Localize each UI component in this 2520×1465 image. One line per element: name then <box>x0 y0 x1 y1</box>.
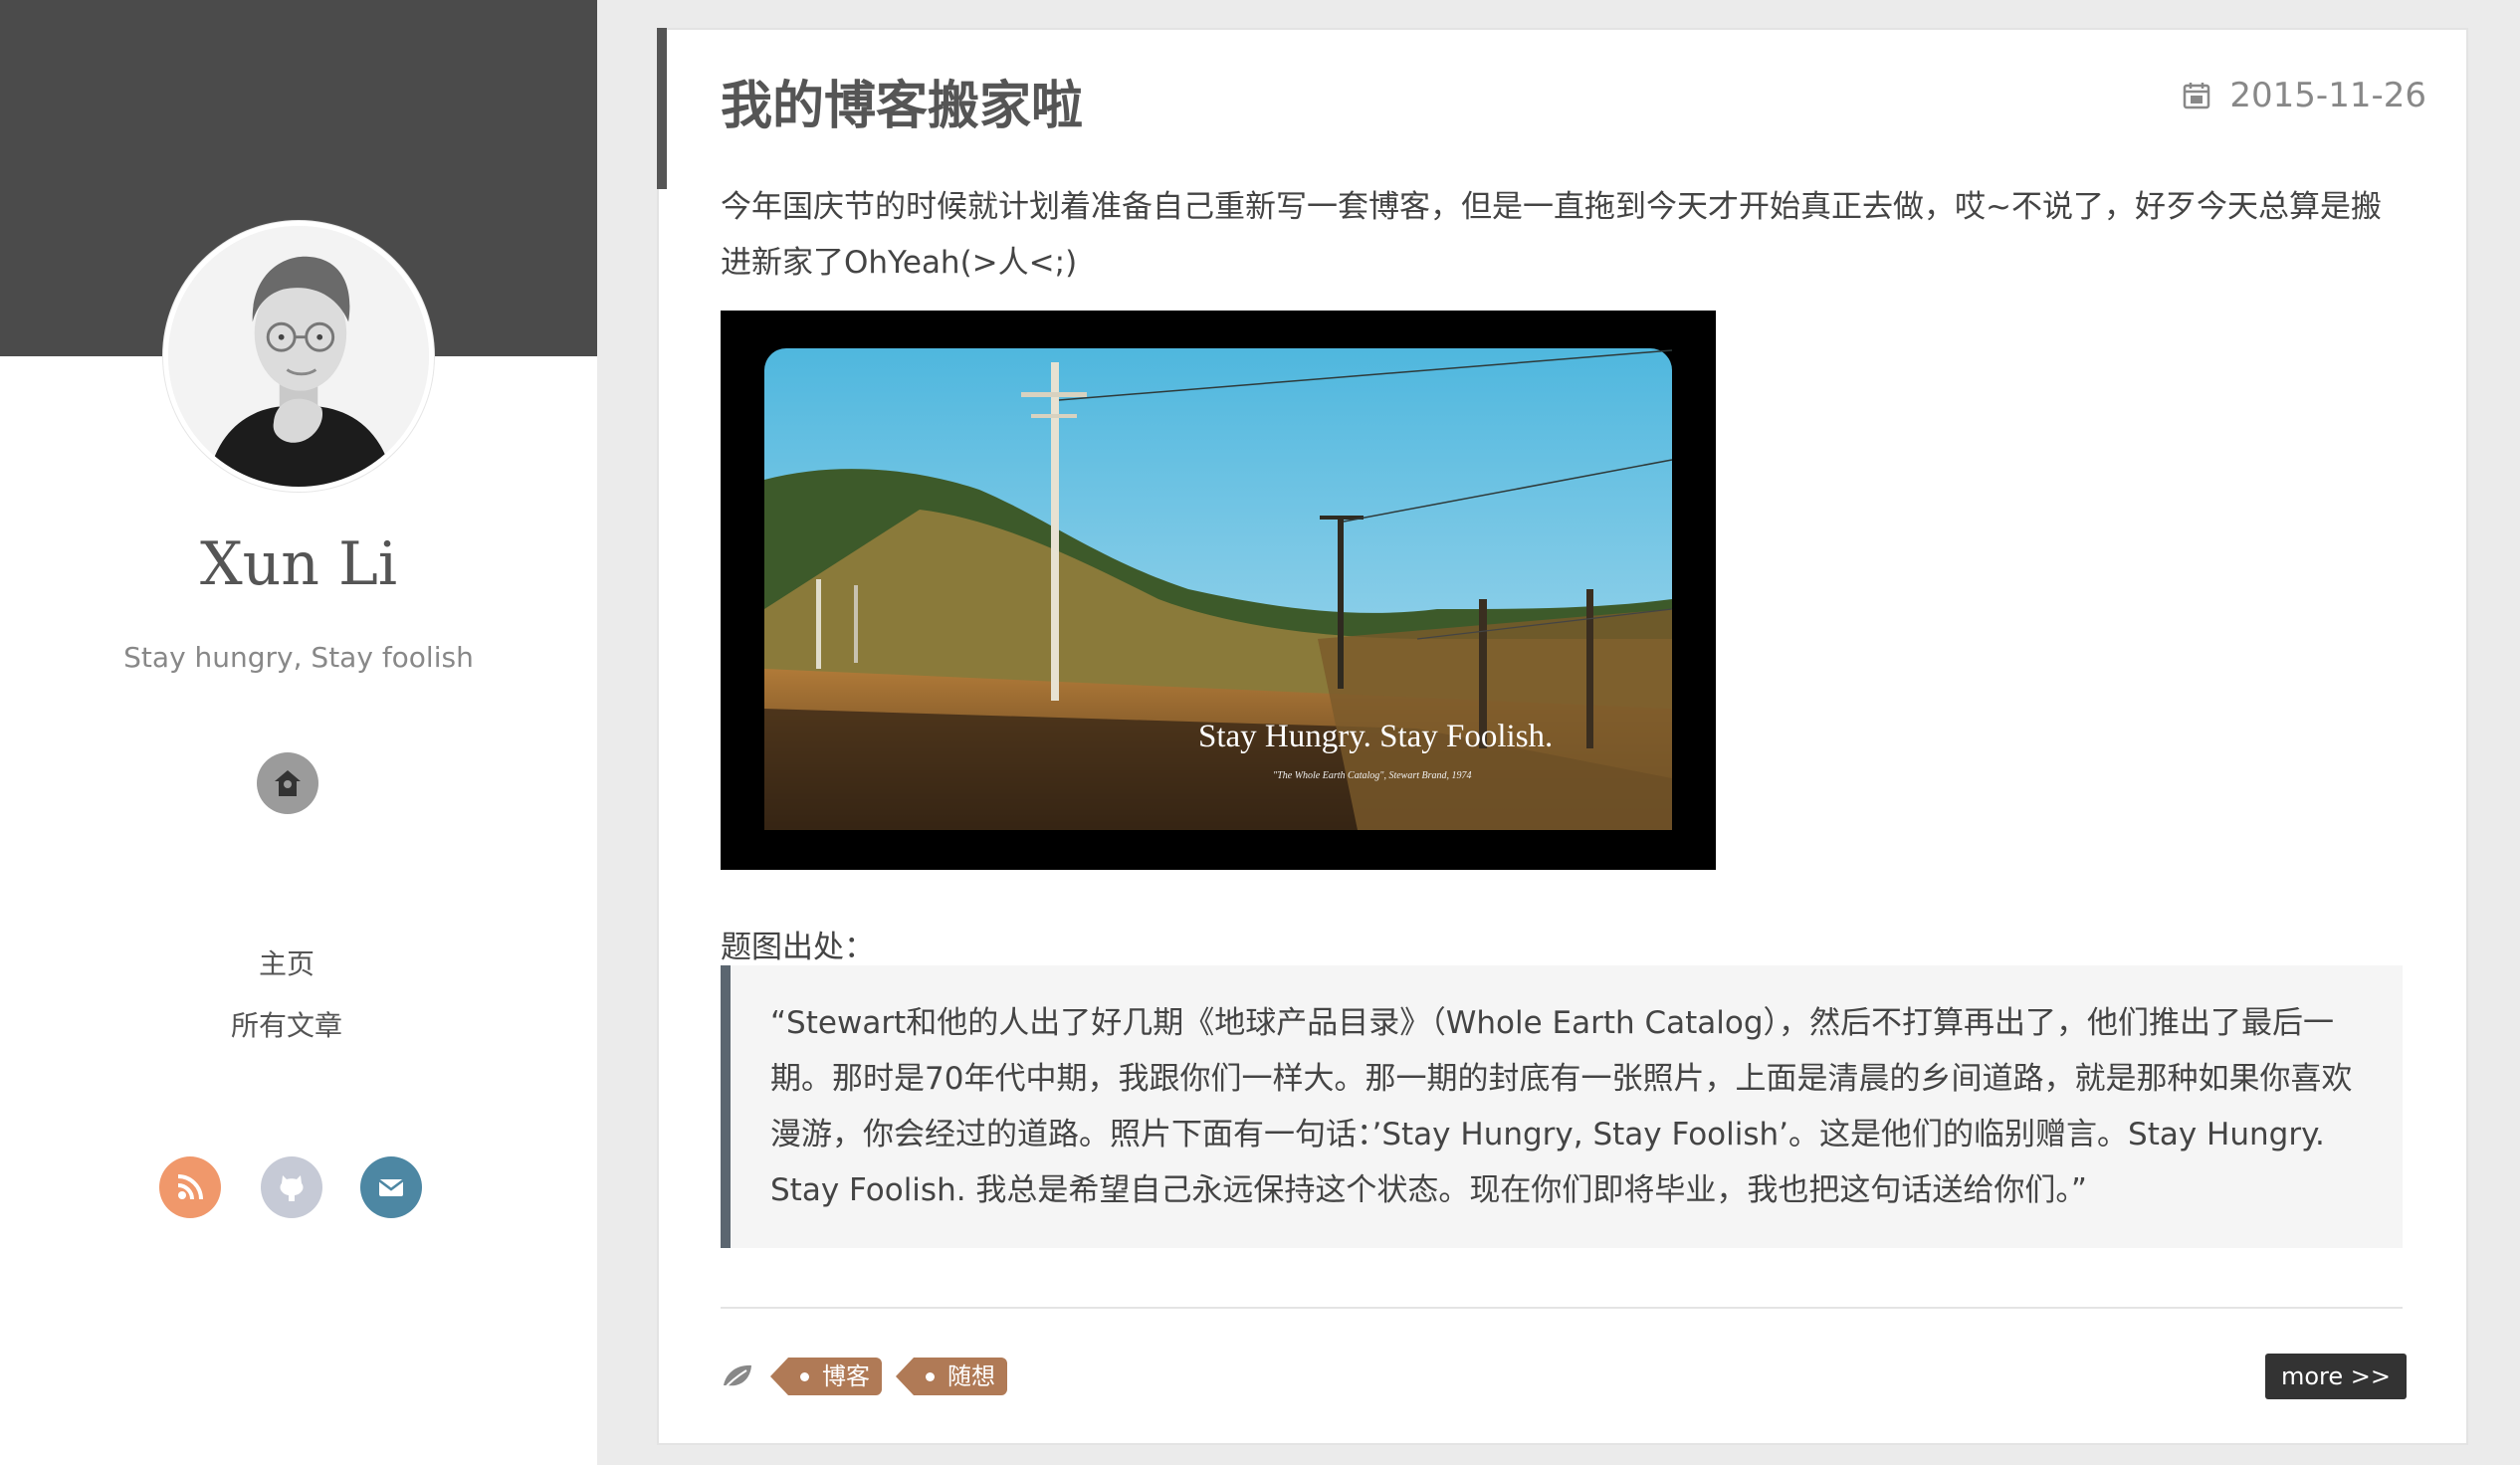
post-date-text: 2015-11-26 <box>2229 76 2426 115</box>
tag-blog[interactable]: 博客 <box>770 1358 882 1395</box>
avatar[interactable] <box>163 221 434 492</box>
nav-item-home[interactable]: 主页 <box>0 934 573 995</box>
post-date: 2015-11-26 <box>2182 76 2426 115</box>
rss-link[interactable] <box>159 1156 221 1218</box>
post-title[interactable]: 我的博客搬家啦 <box>721 64 1083 138</box>
home-button[interactable] <box>257 752 318 814</box>
home-icon <box>271 766 305 800</box>
post-cover-image: Stay Hungry. Stay Foolish. "The Whole Ea… <box>721 311 1716 870</box>
post-quote: “Stewart和他的人出了好几期《地球产品目录》（Whole Earth Ca… <box>721 965 2403 1248</box>
rss-icon <box>173 1170 207 1204</box>
mail-icon <box>374 1170 408 1204</box>
github-link[interactable] <box>261 1156 322 1218</box>
sidebar-nav: 主页 所有文章 <box>0 934 573 1057</box>
post-tags: 博客 随想 <box>721 1358 1021 1395</box>
nav-item-all-posts[interactable]: 所有文章 <box>0 995 573 1057</box>
leaf-icon <box>721 1361 754 1391</box>
sidebar: Xun Li Stay hungry, Stay foolish 主页 所有文章 <box>0 0 597 1465</box>
post-intro: 今年国庆节的时候就计划着准备自己重新写一套博客，但是一直拖到今天才开始真正去做，… <box>721 189 2382 281</box>
image-caption: 题图出处： <box>721 930 875 965</box>
more-button[interactable]: more >> <box>2264 1354 2407 1399</box>
calendar-icon <box>2182 81 2211 110</box>
post-card: 我的博客搬家啦 2015-11-26 今年国庆节的时候就计划着准备自己重新写一套… <box>657 28 2468 1445</box>
cover-overlay-subtext: "The Whole Earth Catalog", Stewart Brand… <box>1273 770 1472 781</box>
title-accent-bar <box>657 28 667 189</box>
author-name: Xun Li <box>199 529 398 599</box>
author-motto: Stay hungry, Stay foolish <box>123 641 474 674</box>
post-divider <box>721 1307 2403 1309</box>
mail-link[interactable] <box>360 1156 422 1218</box>
tag-thoughts[interactable]: 随想 <box>896 1358 1007 1395</box>
cover-overlay-text: Stay Hungry. Stay Foolish. <box>1198 719 1553 754</box>
github-icon <box>274 1169 310 1205</box>
